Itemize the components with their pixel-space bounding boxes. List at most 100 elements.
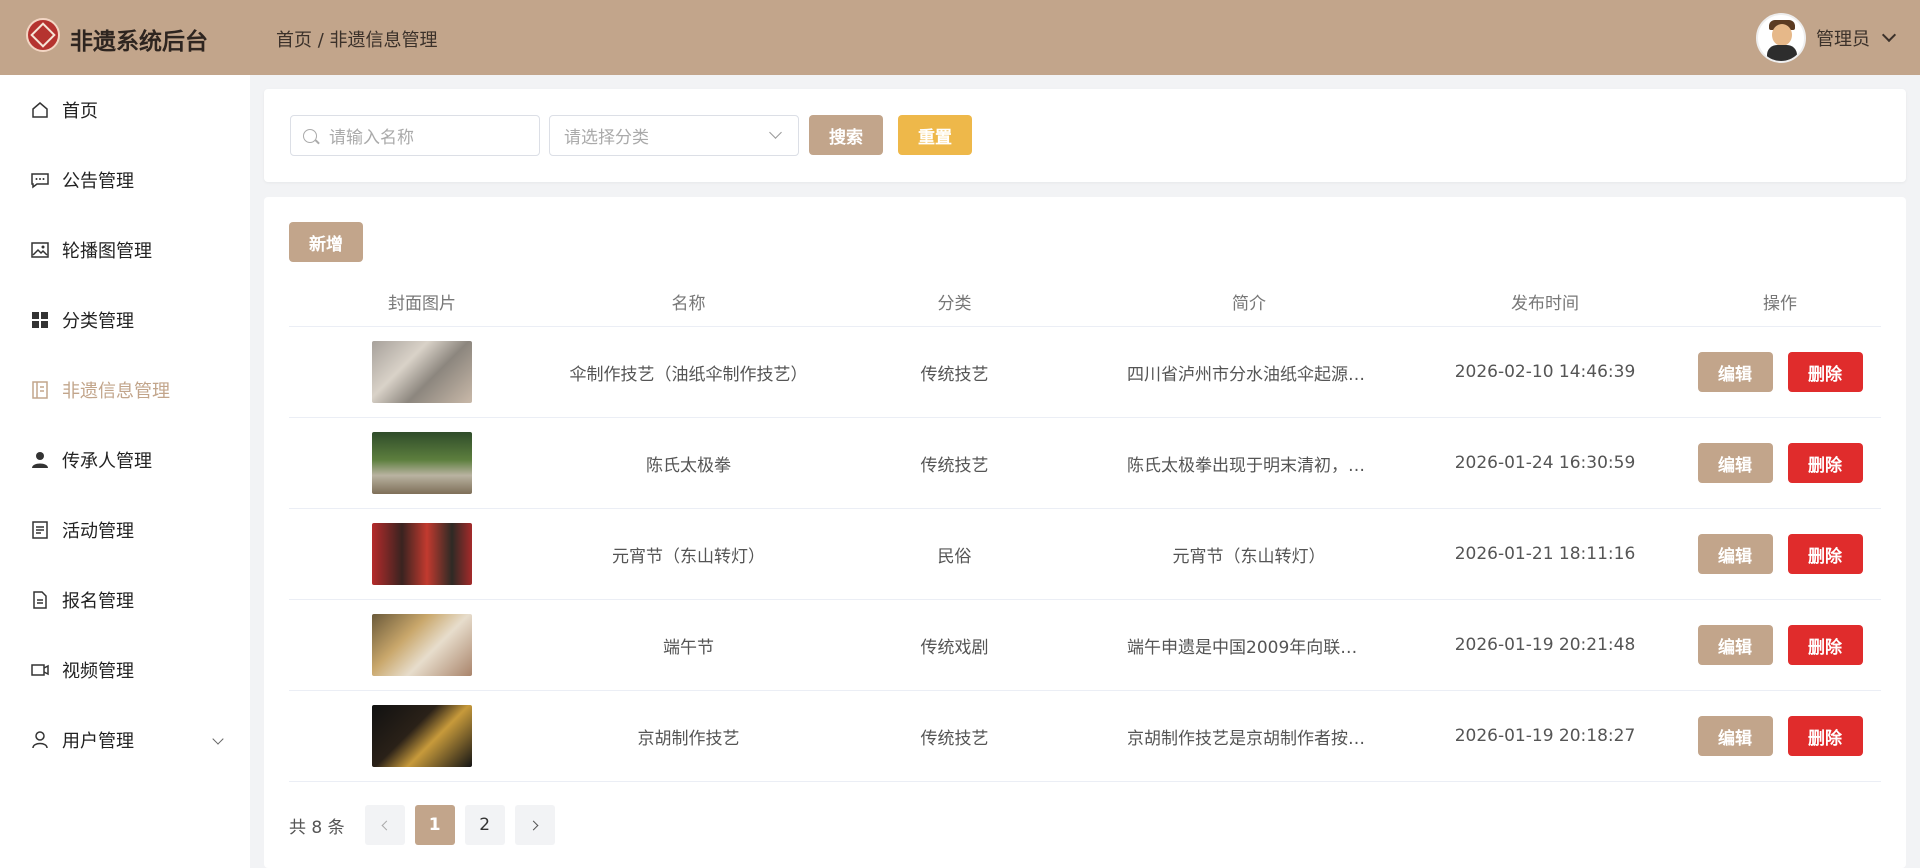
data-table: 封面图片 名称 分类 简介 发布时间 操作 伞制作技艺（油纸伞制作技艺） 传统技… xyxy=(289,277,1881,782)
next-page-button[interactable] xyxy=(514,805,555,845)
table-row: 京胡制作技艺 传统技艺 京胡制作技艺是京胡制作者按照演奏要求 2026-01-1… xyxy=(289,691,1881,782)
pagination: 共 8 条 1 2 xyxy=(289,805,555,845)
page-button-1[interactable]: 1 xyxy=(414,805,455,845)
sidebar-item-carousel[interactable]: 轮播图管理 xyxy=(0,215,250,285)
cell-intro: 四川省泸州市分水油纸伞起源于明代 xyxy=(1127,364,1399,385)
cell-intro: 元宵节（东山转灯） xyxy=(1172,546,1326,567)
table-header: 封面图片 名称 分类 简介 发布时间 操作 xyxy=(289,277,1881,327)
cover-image[interactable] xyxy=(372,614,472,676)
video-icon xyxy=(30,660,50,680)
cell-time: 2026-02-10 14:46:39 xyxy=(1454,362,1636,382)
table-row: 端午节 传统戏剧 端午申遗是中国2009年向联合国教科文组织 2026-01-1… xyxy=(289,600,1881,691)
app-title: 非遗系统后台 xyxy=(70,29,208,55)
cell-intro: 陈氏太极拳出现于明末清初，系河南温县陈家沟 xyxy=(1127,455,1411,476)
table-panel: 新增 封面图片 名称 分类 简介 发布时间 操作 伞制作技艺（油纸伞制作技艺） … xyxy=(264,197,1906,868)
sidebar-item-activity[interactable]: 活动管理 xyxy=(0,495,250,565)
message-icon xyxy=(30,170,50,190)
column-header-category: 分类 xyxy=(937,294,972,314)
sidebar-item-label: 视频管理 xyxy=(62,661,134,682)
sidebar-item-label: 公告管理 xyxy=(62,171,134,192)
breadcrumb-current: 非遗信息管理 xyxy=(329,30,438,51)
image-icon xyxy=(30,240,50,260)
chevron-down-icon[interactable] xyxy=(1881,27,1897,43)
chevron-down-icon[interactable] xyxy=(212,733,224,745)
chevron-left-icon xyxy=(381,820,392,830)
cell-time: 2026-01-19 20:21:48 xyxy=(1454,635,1636,655)
sidebar-item-heritage-info[interactable]: 非遗信息管理 xyxy=(0,355,250,425)
page-button-2[interactable]: 2 xyxy=(464,805,505,845)
prev-page-button[interactable] xyxy=(364,805,405,845)
cell-category: 民俗 xyxy=(937,546,972,567)
edit-button[interactable]: 编辑 xyxy=(1697,443,1773,483)
user-filled-icon xyxy=(30,450,50,470)
reset-button[interactable]: 重置 xyxy=(898,115,972,155)
cell-category: 传统技艺 xyxy=(920,728,989,749)
sidebar-item-category[interactable]: 分类管理 xyxy=(0,285,250,355)
cell-time: 2026-01-21 18:11:16 xyxy=(1454,544,1636,564)
cell-time: 2026-01-24 16:30:59 xyxy=(1454,453,1636,473)
category-placeholder: 请选择分类 xyxy=(564,128,649,148)
sidebar-item-label: 传承人管理 xyxy=(62,451,152,472)
category-select[interactable]: 请选择分类 xyxy=(549,115,799,156)
column-header-name: 名称 xyxy=(671,294,706,314)
grid-icon xyxy=(30,310,50,330)
cover-image[interactable] xyxy=(372,432,472,494)
cell-category: 传统技艺 xyxy=(920,455,989,476)
search-icon xyxy=(303,128,317,143)
edit-button[interactable]: 编辑 xyxy=(1697,716,1773,756)
delete-button[interactable]: 删除 xyxy=(1787,443,1863,483)
sidebar-item-label: 分类管理 xyxy=(62,311,134,332)
sidebar-item-users[interactable]: 用户管理 xyxy=(0,705,250,775)
breadcrumb-separator: / xyxy=(312,30,330,51)
cell-name: 端午节 xyxy=(663,637,714,658)
add-button[interactable]: 新增 xyxy=(289,222,363,262)
document-text-icon xyxy=(30,590,50,610)
cell-name: 陈氏太极拳 xyxy=(646,455,731,476)
cell-time: 2026-01-19 20:18:27 xyxy=(1454,726,1636,746)
cell-intro: 京胡制作技艺是京胡制作者按照演奏要求 xyxy=(1127,728,1411,749)
sidebar-item-home[interactable]: 首页 xyxy=(0,75,250,145)
list-icon xyxy=(30,520,50,540)
sidebar: 首页 公告管理 轮播图管理 分类管理 非遗信息管理 传承人管理 活动管理 报名管… xyxy=(0,75,250,868)
cover-image[interactable] xyxy=(372,523,472,585)
document-icon xyxy=(30,380,50,400)
search-input[interactable]: 请输入名称 xyxy=(290,115,540,156)
delete-button[interactable]: 删除 xyxy=(1787,534,1863,574)
delete-button[interactable]: 删除 xyxy=(1787,352,1863,392)
table-row: 陈氏太极拳 传统技艺 陈氏太极拳出现于明末清初，系河南温县陈家沟 2026-01… xyxy=(289,418,1881,509)
edit-button[interactable]: 编辑 xyxy=(1697,534,1773,574)
sidebar-item-video[interactable]: 视频管理 xyxy=(0,635,250,705)
pagination-total: 共 8 条 xyxy=(289,817,345,838)
delete-button[interactable]: 删除 xyxy=(1787,716,1863,756)
edit-button[interactable]: 编辑 xyxy=(1697,352,1773,392)
home-icon xyxy=(30,100,50,120)
sidebar-item-label: 非遗信息管理 xyxy=(62,381,170,402)
sidebar-item-inheritor[interactable]: 传承人管理 xyxy=(0,425,250,495)
cell-name: 元宵节（东山转灯） xyxy=(612,546,765,567)
user-menu[interactable]: 管理员 xyxy=(1756,13,1897,63)
column-header-intro: 简介 xyxy=(1232,294,1266,314)
breadcrumb-home[interactable]: 首页 xyxy=(276,30,312,51)
cell-intro: 端午申遗是中国2009年向联合国教科文组织 xyxy=(1127,637,1411,658)
cover-image[interactable] xyxy=(372,705,472,767)
sidebar-item-label: 用户管理 xyxy=(62,731,134,752)
avatar[interactable] xyxy=(1756,13,1806,63)
search-button[interactable]: 搜索 xyxy=(809,115,883,155)
chevron-right-icon xyxy=(528,820,539,830)
chevron-down-icon xyxy=(769,126,782,139)
column-header-cover: 封面图片 xyxy=(388,294,456,314)
sidebar-item-registration[interactable]: 报名管理 xyxy=(0,565,250,635)
column-header-actions: 操作 xyxy=(1763,294,1797,314)
column-header-time: 发布时间 xyxy=(1511,294,1579,314)
delete-button[interactable]: 删除 xyxy=(1787,625,1863,665)
cover-image[interactable] xyxy=(372,341,472,403)
user-name[interactable]: 管理员 xyxy=(1816,25,1870,51)
cell-category: 传统技艺 xyxy=(920,364,989,385)
sidebar-item-label: 活动管理 xyxy=(62,521,134,542)
edit-button[interactable]: 编辑 xyxy=(1697,625,1773,665)
sidebar-item-label: 首页 xyxy=(62,101,98,122)
sidebar-item-notice[interactable]: 公告管理 xyxy=(0,145,250,215)
sidebar-item-label: 报名管理 xyxy=(62,591,134,612)
app-logo-icon xyxy=(26,18,60,52)
user-icon xyxy=(30,730,50,750)
